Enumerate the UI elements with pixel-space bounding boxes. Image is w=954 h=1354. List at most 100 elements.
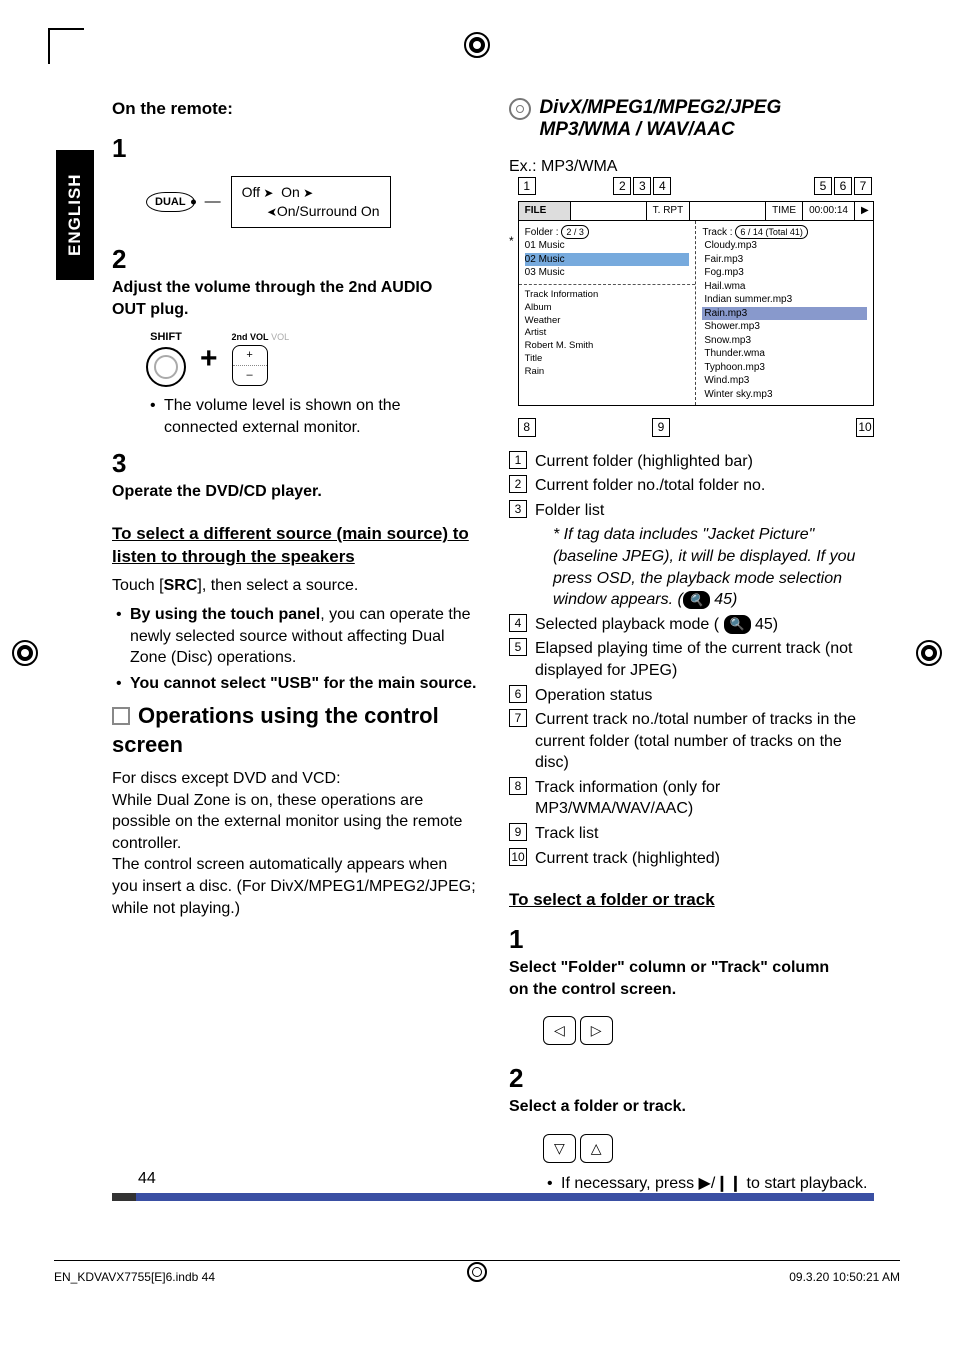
ctrl-play-icon: ▶ xyxy=(855,202,873,220)
ctrl-track-0: Cloudy.mp3 xyxy=(702,239,867,253)
step-3: 3 Operate the DVD/CD player. xyxy=(112,446,477,503)
ctrl-track-7: Snow.mp3 xyxy=(702,334,867,348)
operations-heading-text: Operations using the control screen xyxy=(112,703,439,758)
footer-rule xyxy=(54,1260,900,1261)
operations-p2: While Dual Zone is on, these operations … xyxy=(112,790,477,855)
ctrl-folder-value: 2 / 3 xyxy=(561,225,589,239)
callout-markers-top: 1 2 3 4 5 6 7 xyxy=(518,177,874,195)
marker-8: 8 xyxy=(518,418,536,436)
registration-mark-left xyxy=(12,640,38,666)
vol-minus: – xyxy=(233,368,267,383)
registration-mark-footer xyxy=(467,1262,487,1282)
select-step-2: 2 Select a folder or track. xyxy=(509,1061,874,1118)
language-tab: ENGLISH xyxy=(56,150,94,280)
ctrl-ti-artist-v: Robert M. Smith xyxy=(525,340,594,353)
marker-7: 7 xyxy=(854,177,872,195)
page-number: 44 xyxy=(138,1170,156,1188)
remote-up-key-icon: △ xyxy=(580,1134,613,1163)
select-source-line: Touch [SRC], then select a source. xyxy=(112,575,477,597)
ctrl-track-8: Thunder.wma xyxy=(702,347,867,361)
format-title: DivX/MPEG1/MPEG2/JPEG MP3/WMA / WAV/AAC xyxy=(509,98,874,142)
ctrl-ti-artist-k: Artist xyxy=(525,327,547,340)
legend-num-7: 7 xyxy=(509,709,527,727)
ctrl-right-pane: Track : 6 / 14 (Total 41) Cloudy.mp3 Fai… xyxy=(696,221,873,406)
ctrl-folder-1: 01 Music xyxy=(525,239,690,253)
legend-text-9: Track list xyxy=(535,823,874,845)
ctrl-track-value: 6 / 14 (Total 41) xyxy=(735,225,808,239)
page-content: On the remote: 1 DUAL — Off On On/Surrou… xyxy=(112,98,874,1234)
legend-num-9: 9 xyxy=(509,823,527,841)
ctrl-track-10: Wind.mp3 xyxy=(702,374,867,388)
legend-text-3: Folder list xyxy=(535,500,874,522)
legend-list: 1Current folder (highlighted bar) 2Curre… xyxy=(509,451,874,522)
select-source-bullet-1a: By using the touch panel xyxy=(130,606,320,623)
plus-icon: + xyxy=(200,350,218,368)
ctrl-track-11: Winter sky.mp3 xyxy=(702,388,867,402)
legend-text-1: Current folder (highlighted bar) xyxy=(535,451,874,473)
ctrl-track-label: Track : xyxy=(702,227,732,238)
dual-button-icon: DUAL xyxy=(146,192,195,213)
legend-3-note: * If tag data includes "Jacket Picture" … xyxy=(509,524,874,610)
legend-text-4a: Selected playback mode ( xyxy=(535,616,724,633)
ctrl-track-9: Typhoon.mp3 xyxy=(702,361,867,375)
asterisk-marker: * xyxy=(509,233,514,249)
legend-text-4b: 45) xyxy=(751,616,779,633)
footer-left: EN_KDVAVX7755[E]6.indb 44 xyxy=(54,1270,215,1284)
remote-left-key-icon: ◁ xyxy=(543,1016,576,1045)
step-3-number: 3 xyxy=(112,446,140,481)
left-column: On the remote: 1 DUAL — Off On On/Surrou… xyxy=(112,98,477,1199)
src-token: SRC xyxy=(164,577,198,594)
magnify-icon-2: 🔍 xyxy=(724,615,751,633)
legend-num-4: 4 xyxy=(509,614,527,632)
ctrl-time-label: TIME xyxy=(766,202,803,220)
step-2-note: The volume level is shown on the connect… xyxy=(164,395,477,438)
select-folder-heading: To select a folder or track xyxy=(509,889,874,912)
step-1: 1 xyxy=(112,131,477,166)
footer-bar xyxy=(112,1193,874,1201)
legend-num-2: 2 xyxy=(509,475,527,493)
vol-plus: + xyxy=(233,348,267,366)
marker-2: 2 xyxy=(613,177,631,195)
ctrl-left-pane: Folder : 2 / 3 01 Music 02 Music 03 Musi… xyxy=(519,221,697,406)
example-label: Ex.: MP3/WMA xyxy=(509,156,874,178)
arrow-icon: — xyxy=(205,191,221,213)
ctrl-folder-label: Folder : xyxy=(525,227,559,238)
callout-markers-bottom: 8 9 10 xyxy=(518,418,874,436)
operations-p1: For discs except DVD and VCD: xyxy=(112,768,477,790)
registration-mark-top xyxy=(464,32,490,58)
select-source-bullet-1: By using the touch panel, you can operat… xyxy=(130,604,477,669)
registration-mark-right xyxy=(916,640,942,666)
shift-vol-figure: SHIFT + 2nd VOL VOL + – xyxy=(146,330,477,387)
select-source-bullet-2-text: You cannot select "USB" for the main sou… xyxy=(130,675,477,692)
cycle-off: Off xyxy=(242,184,274,200)
legend-num-6: 6 xyxy=(509,685,527,703)
legend-num-10: 10 xyxy=(509,848,527,866)
ctrl-ti-album-v: Weather xyxy=(525,315,561,328)
step-3-title: Operate the DVD/CD player. xyxy=(112,483,322,500)
vol-label-grey: VOL xyxy=(271,332,289,342)
select-source-line-a: Touch [ xyxy=(112,577,164,594)
select-step-2-title: Select a folder or track. xyxy=(509,1098,686,1115)
format-line-2: MP3/WMA / WAV/AAC xyxy=(539,119,734,140)
ctrl-folder-2: 02 Music xyxy=(525,253,690,267)
legend-text-10: Current track (highlighted) xyxy=(535,848,874,870)
remote-down-key-icon: ▽ xyxy=(543,1134,576,1163)
legend-text-5: Elapsed playing time of the current trac… xyxy=(535,638,874,681)
step-2-number: 2 xyxy=(112,242,140,277)
square-bullet-icon xyxy=(112,707,130,725)
legend-text-6: Operation status xyxy=(535,685,874,707)
select-source-bullet-2: You cannot select "USB" for the main sou… xyxy=(130,673,477,695)
control-screen-figure: FILE T. RPT TIME 00:00:14 ▶ Folder : 2 /… xyxy=(518,201,874,406)
ctrl-track-2: Fog.mp3 xyxy=(702,266,867,280)
legend-text-7: Current track no./total number of tracks… xyxy=(535,709,874,774)
on-remote-heading: On the remote: xyxy=(112,98,477,121)
legend-num-3: 3 xyxy=(509,500,527,518)
step-2: 2 Adjust the volume through the 2nd AUDI… xyxy=(112,242,477,320)
crop-mark xyxy=(48,28,84,64)
ctrl-track-3: Hail.wma xyxy=(702,280,867,294)
legend-text-8: Track information (only for MP3/WMA/WAV/… xyxy=(535,777,874,820)
marker-10: 10 xyxy=(856,418,874,436)
ctrl-trpt: T. RPT xyxy=(647,202,691,220)
ctrl-ti-album-k: Album xyxy=(525,302,552,315)
select-step-1: 1 Select "Folder" column or "Track" colu… xyxy=(509,922,874,1000)
